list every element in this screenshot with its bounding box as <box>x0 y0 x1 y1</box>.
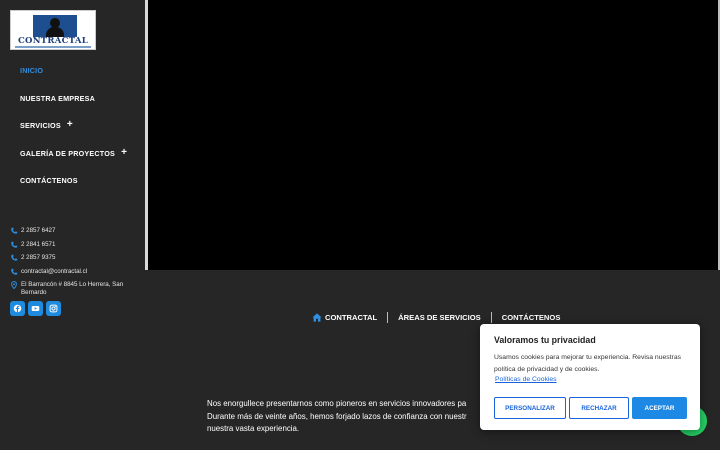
intro-line: Durante más de veinte años, hemos forjad… <box>207 411 467 421</box>
cookie-customize-button[interactable]: PERSONALIZAR <box>494 397 566 419</box>
nav-item-label: NUESTRA EMPRESA <box>20 93 96 103</box>
contact-phone-3[interactable]: 2 2857 9375 <box>10 254 138 262</box>
phone-icon <box>10 241 18 249</box>
contact-address: El Barrancón # 8845 Lo Herrera, San Bern… <box>10 281 138 297</box>
contact-phone-text: 2 2857 6427 <box>21 227 56 234</box>
hero-banner <box>148 0 720 270</box>
nav-item-servicios[interactable]: SERVICIOS + <box>20 120 127 149</box>
logo-underline <box>15 46 91 48</box>
content-nav-home[interactable]: CONTRACTAL <box>312 313 387 322</box>
facebook-button[interactable] <box>10 301 25 316</box>
expand-plus-icon[interactable]: + <box>67 120 73 130</box>
content-nav-label: ÁREAS DE SERVICIOS <box>398 313 481 322</box>
nav-item-label: GALERÍA DE PROYECTOS <box>20 148 116 158</box>
content-nav-servicios[interactable]: ÁREAS DE SERVICIOS <box>388 313 491 322</box>
home-icon <box>312 313 322 322</box>
email-icon <box>10 268 18 276</box>
sidebar-nav: INICIO NUESTRA EMPRESA SERVICIOS + GALER… <box>20 66 127 204</box>
content-nav: CONTRACTAL ÁREAS DE SERVICIOS CONTÁCTENO… <box>312 312 570 323</box>
nav-item-label: CONTÁCTENOS <box>20 176 78 185</box>
contact-phone-2[interactable]: 2 2841 6571 <box>10 241 138 249</box>
nav-item-label: INICIO <box>20 66 44 75</box>
instagram-icon <box>49 304 58 313</box>
youtube-icon <box>31 304 40 313</box>
nav-item-inicio[interactable]: INICIO <box>20 66 127 94</box>
contact-email[interactable]: contractal@contractal.cl <box>10 268 138 276</box>
facebook-icon <box>13 304 22 313</box>
sidebar: CONTRACTAL INICIO NUESTRA EMPRESA SERVIC… <box>0 0 145 450</box>
phone-icon <box>10 254 18 262</box>
nav-item-nuestra-empresa[interactable]: NUESTRA EMPRESA <box>20 94 127 122</box>
cookie-title: Valoramos tu privacidad <box>494 335 596 345</box>
contact-address-text: El Barrancón # 8845 Lo Herrera, San Bern… <box>21 281 124 296</box>
contact-phone-text: 2 2857 9375 <box>21 254 56 261</box>
location-pin-icon <box>10 281 18 289</box>
cookie-message: Usamos cookies para mejorar tu experienc… <box>494 354 681 373</box>
social-links <box>10 301 61 316</box>
intro-line: Nos enorgullece presentarnos como pioner… <box>207 399 467 408</box>
content-nav-contacto[interactable]: CONTÁCTENOS <box>492 313 571 322</box>
contact-email-text: contractal@contractal.cl <box>21 267 88 275</box>
content-nav-label: CONTÁCTENOS <box>501 313 561 322</box>
expand-plus-icon[interactable]: + <box>121 147 127 157</box>
nav-item-contactenos[interactable]: CONTÁCTENOS <box>20 176 127 204</box>
cookie-accept-button[interactable]: ACEPTAR <box>632 397 687 419</box>
logo-emblem <box>33 15 77 37</box>
intro-text: Nos enorgullece presentarnos como pioner… <box>207 398 507 436</box>
phone-icon <box>10 227 18 235</box>
cookie-consent-dialog: Valoramos tu privacidad Usamos cookies p… <box>480 324 700 430</box>
intro-line: nuestra vasta experiencia. <box>207 424 300 433</box>
contact-phone-1[interactable]: 2 2857 6427 <box>10 227 138 235</box>
logo-text: CONTRACTAL <box>17 36 89 46</box>
page: CONTRACTAL INICIO NUESTRA EMPRESA SERVIC… <box>0 0 720 450</box>
content-nav-label: CONTRACTAL <box>325 313 378 322</box>
cookie-policy-link[interactable]: Políticas de Cookies <box>495 376 557 383</box>
instagram-button[interactable] <box>46 301 61 316</box>
contact-info: 2 2857 6427 2 2841 6571 2 2857 9375 cont… <box>10 227 138 303</box>
youtube-button[interactable] <box>28 301 43 316</box>
site-logo[interactable]: CONTRACTAL <box>10 10 96 50</box>
nav-item-galeria[interactable]: GALERÍA DE PROYECTOS + <box>20 147 127 177</box>
nav-item-label: SERVICIOS <box>20 121 61 130</box>
contact-phone-text: 2 2841 6571 <box>21 240 56 248</box>
cookie-reject-button[interactable]: RECHAZAR <box>569 397 629 419</box>
